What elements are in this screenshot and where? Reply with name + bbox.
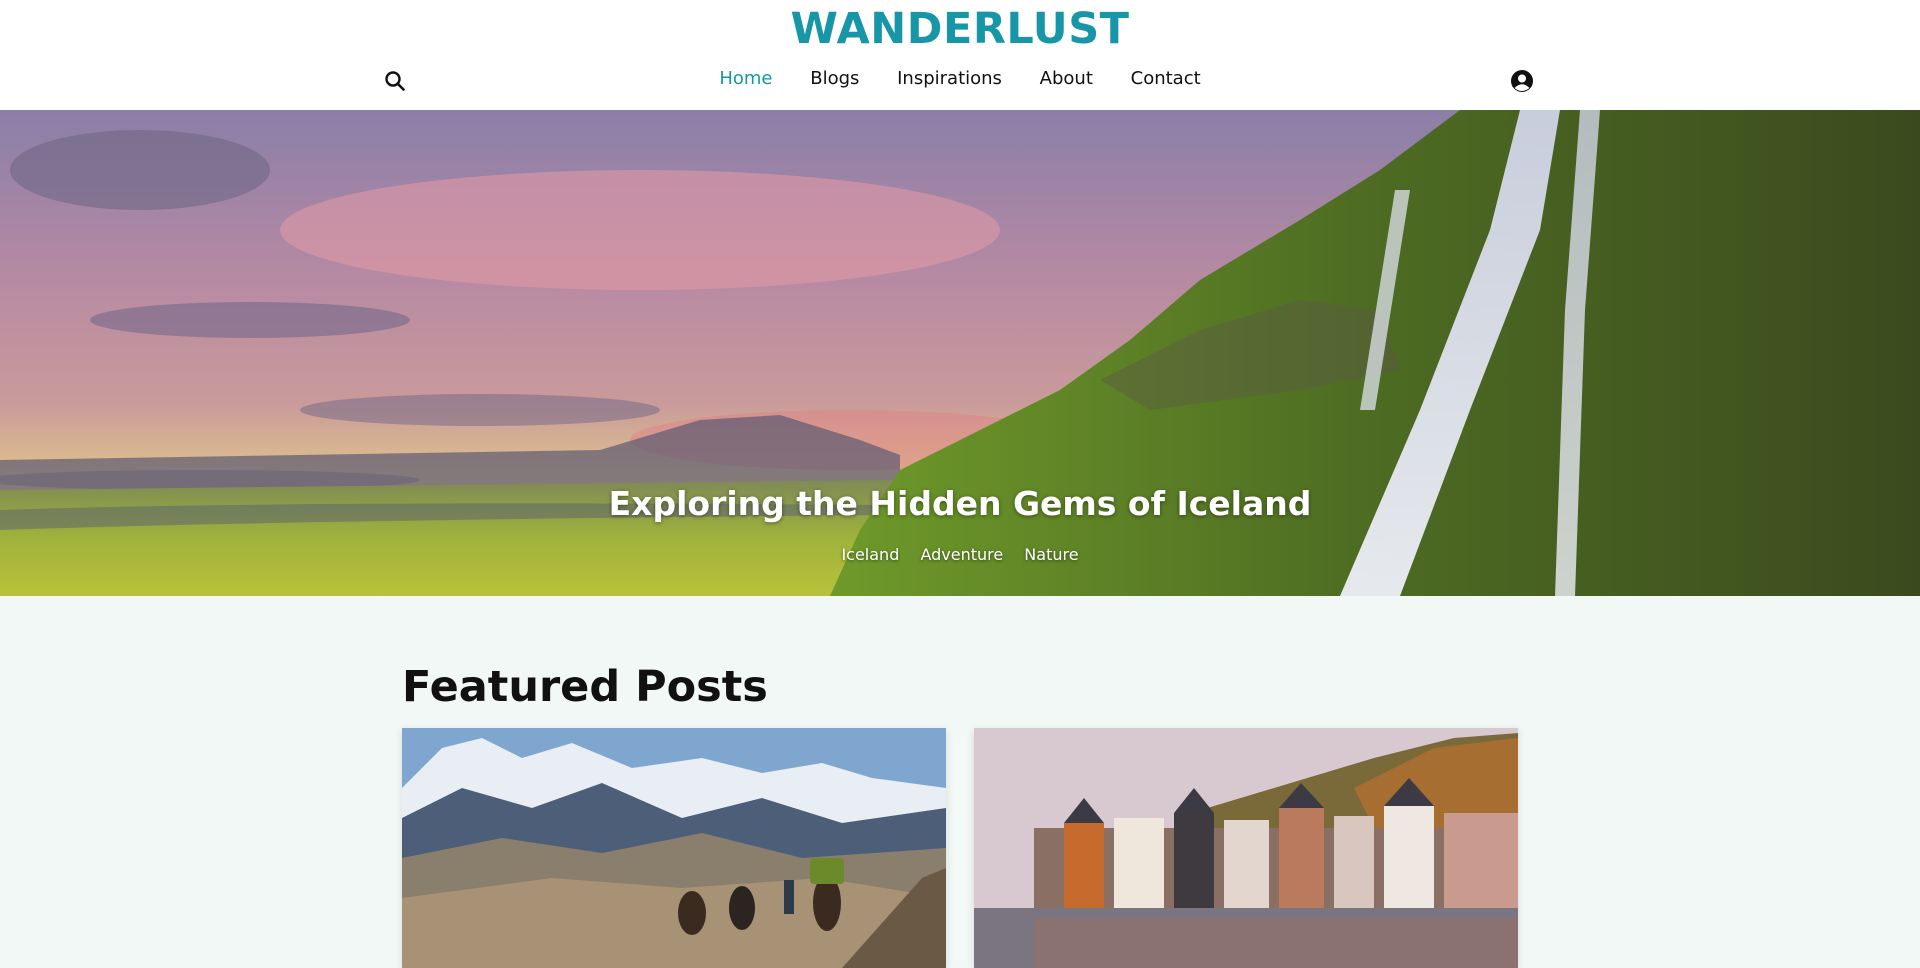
- user-circle-icon[interactable]: [1510, 69, 1534, 93]
- site-header: WANDERLUST Home Blogs Inspirations About…: [0, 0, 1920, 110]
- hero-title[interactable]: Exploring the Hidden Gems of Iceland: [0, 484, 1920, 523]
- featured-post-card[interactable]: [402, 728, 946, 968]
- site-logo[interactable]: WANDERLUST: [0, 4, 1920, 54]
- nav-item-home[interactable]: Home: [719, 68, 772, 89]
- hero-banner[interactable]: Exploring the Hidden Gems of Iceland Ice…: [0, 110, 1920, 596]
- hero-image: [0, 110, 1920, 596]
- nav-item-inspirations[interactable]: Inspirations: [897, 68, 1002, 89]
- tag-adventure[interactable]: Adventure: [920, 545, 1003, 564]
- featured-post-card[interactable]: [974, 728, 1518, 968]
- main-nav: Home Blogs Inspirations About Contact: [0, 68, 1920, 89]
- tag-iceland[interactable]: Iceland: [841, 545, 899, 564]
- tag-nature[interactable]: Nature: [1024, 545, 1078, 564]
- nav-item-contact[interactable]: Contact: [1131, 68, 1201, 89]
- nav-item-about[interactable]: About: [1040, 68, 1093, 89]
- hero-tags: Iceland Adventure Nature: [0, 545, 1920, 564]
- featured-heading: Featured Posts: [402, 662, 768, 712]
- nav-item-blogs[interactable]: Blogs: [810, 68, 859, 89]
- post-image-mountains: [402, 728, 946, 968]
- post-image-riverside-town: [974, 728, 1518, 968]
